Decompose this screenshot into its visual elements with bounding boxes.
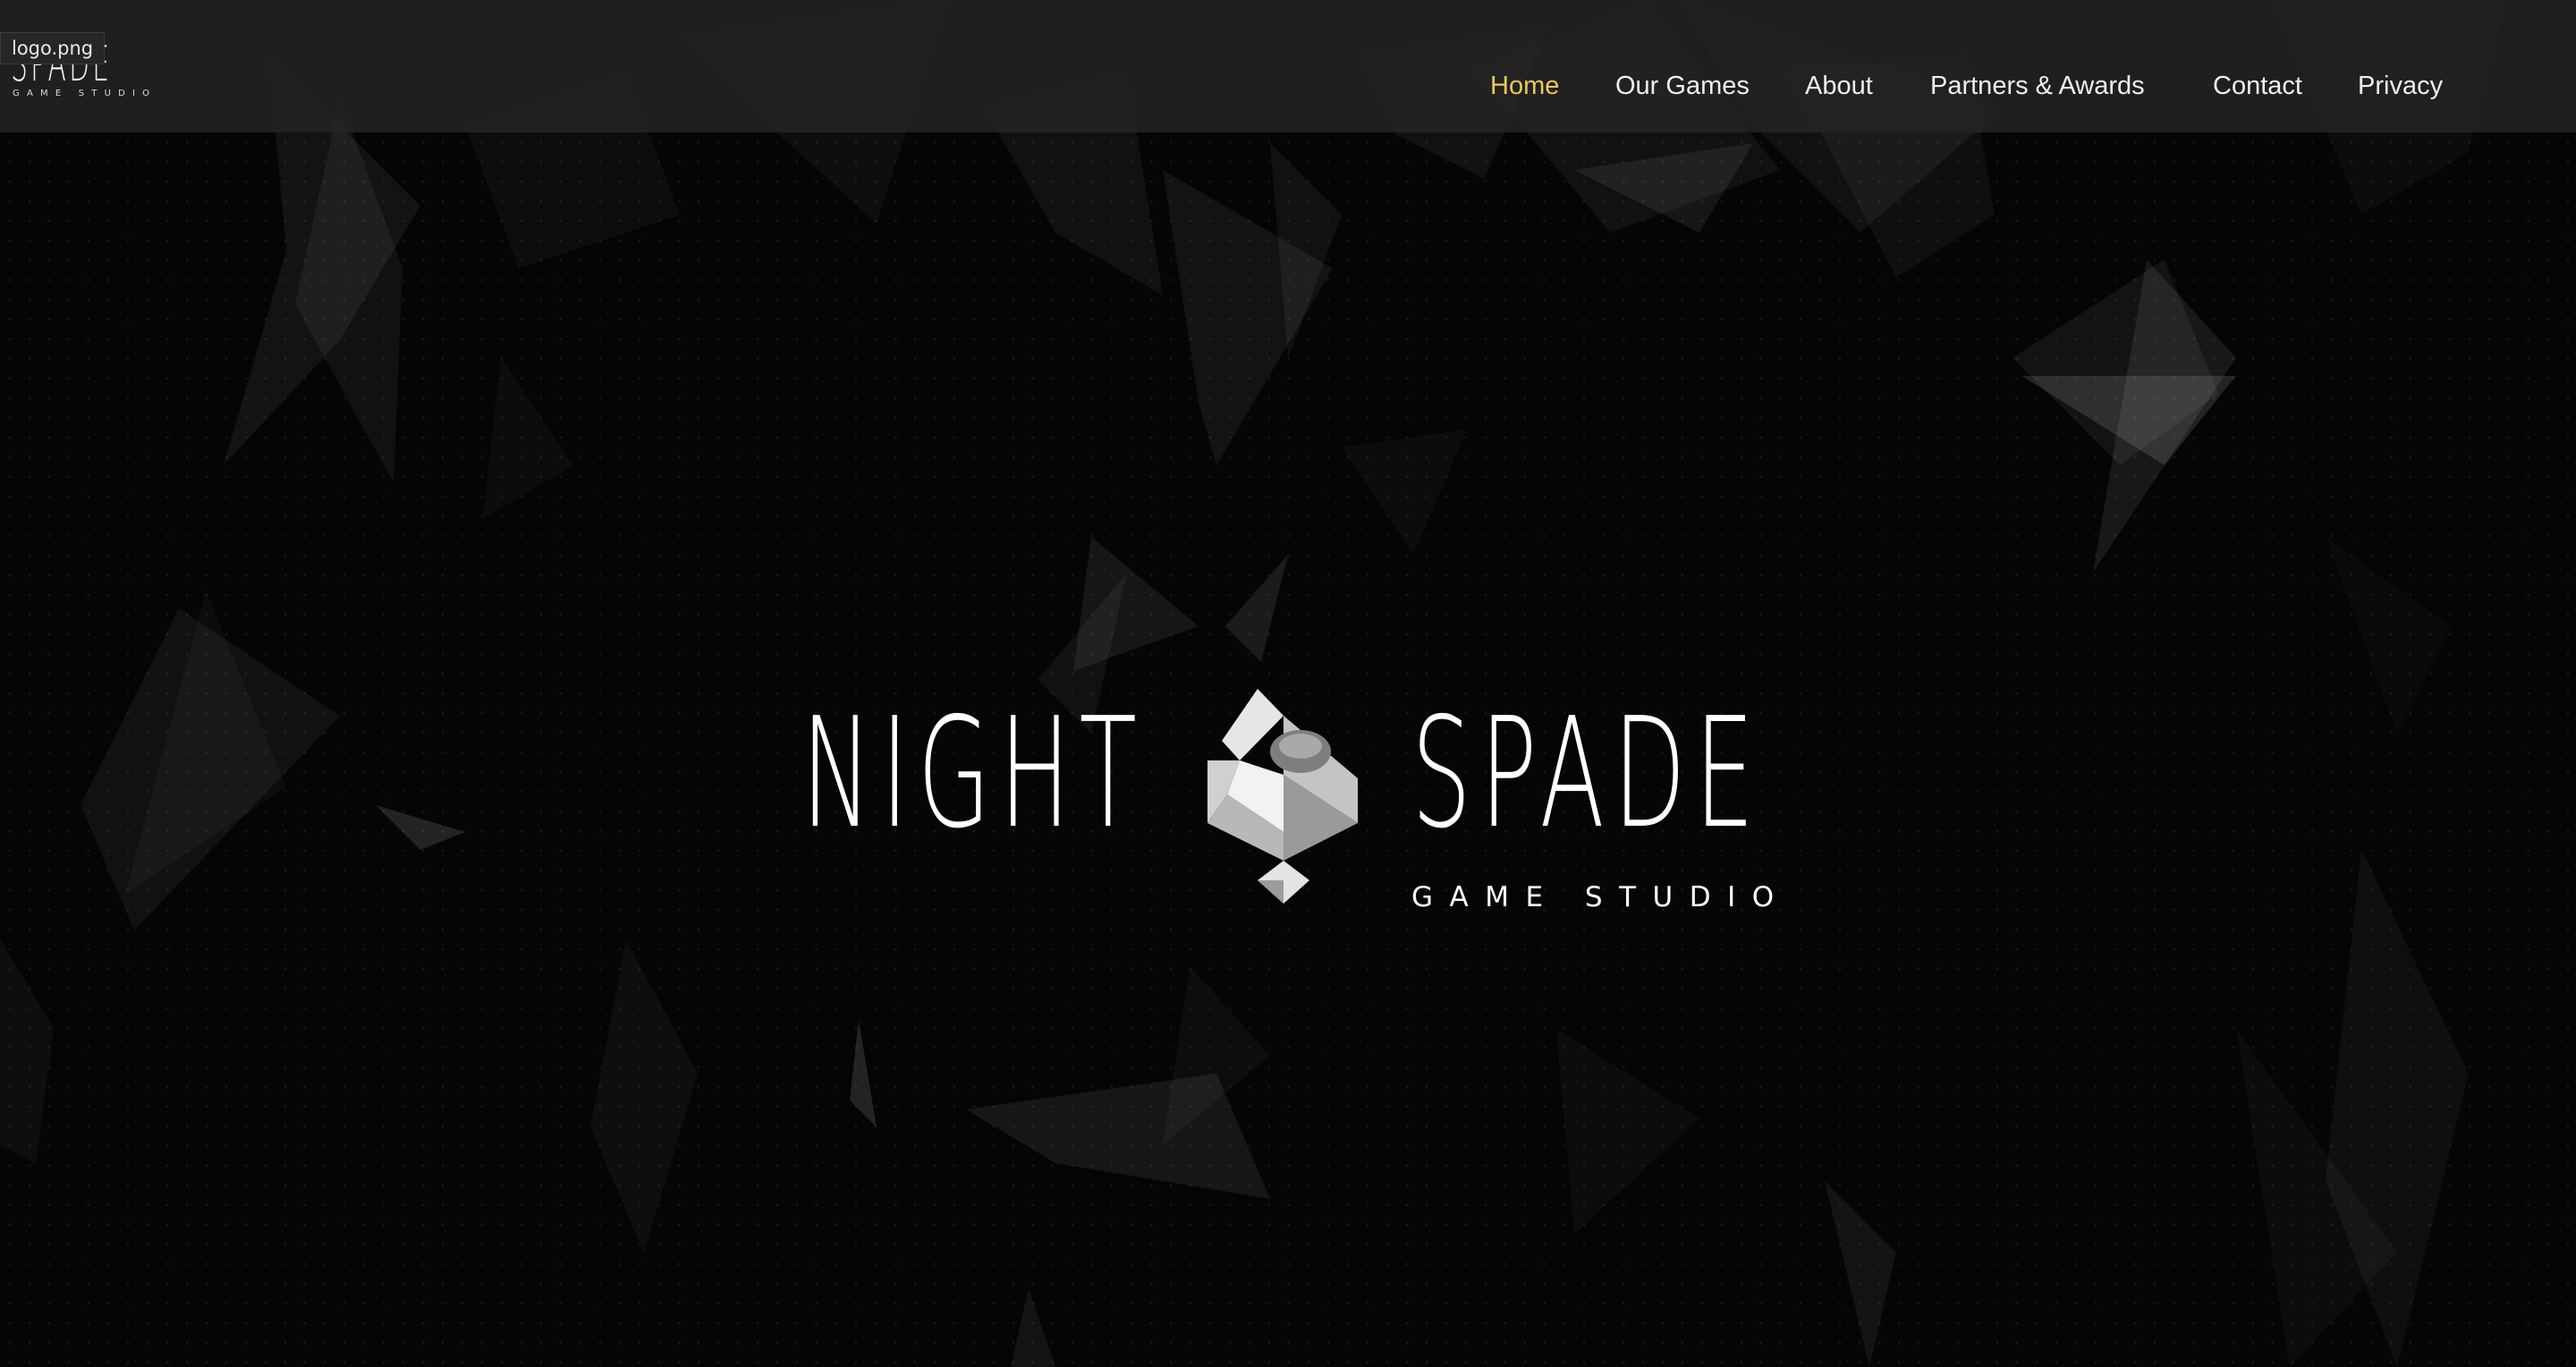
hero-word-night: NIGHT: [801, 685, 1146, 862]
nav-our-games[interactable]: Our Games: [1615, 66, 1750, 106]
spade-icon: [1208, 689, 1358, 904]
logo-file-label: logo.png: [0, 32, 106, 64]
nav-home[interactable]: Home: [1490, 66, 1559, 106]
hero-word-spade: SPADE: [1411, 685, 1764, 862]
nav-privacy[interactable]: Privacy: [2358, 66, 2443, 106]
page: SPADE GAME STUDIO logo.png Home Our Game…: [0, 0, 2576, 1367]
hero-tagline: GAME STUDIO: [1411, 881, 1791, 913]
nav-contact[interactable]: Contact: [2213, 66, 2302, 106]
nav-about[interactable]: About: [1805, 66, 1873, 106]
site-header: SPADE GAME STUDIO logo.png Home Our Game…: [0, 0, 2576, 132]
header-logo-tagline: GAME STUDIO: [13, 89, 157, 98]
hero-logo: NIGHT SPADE GAME STUDIO: [801, 689, 1794, 913]
nav-partners-awards[interactable]: Partners & Awards: [1930, 66, 2145, 106]
